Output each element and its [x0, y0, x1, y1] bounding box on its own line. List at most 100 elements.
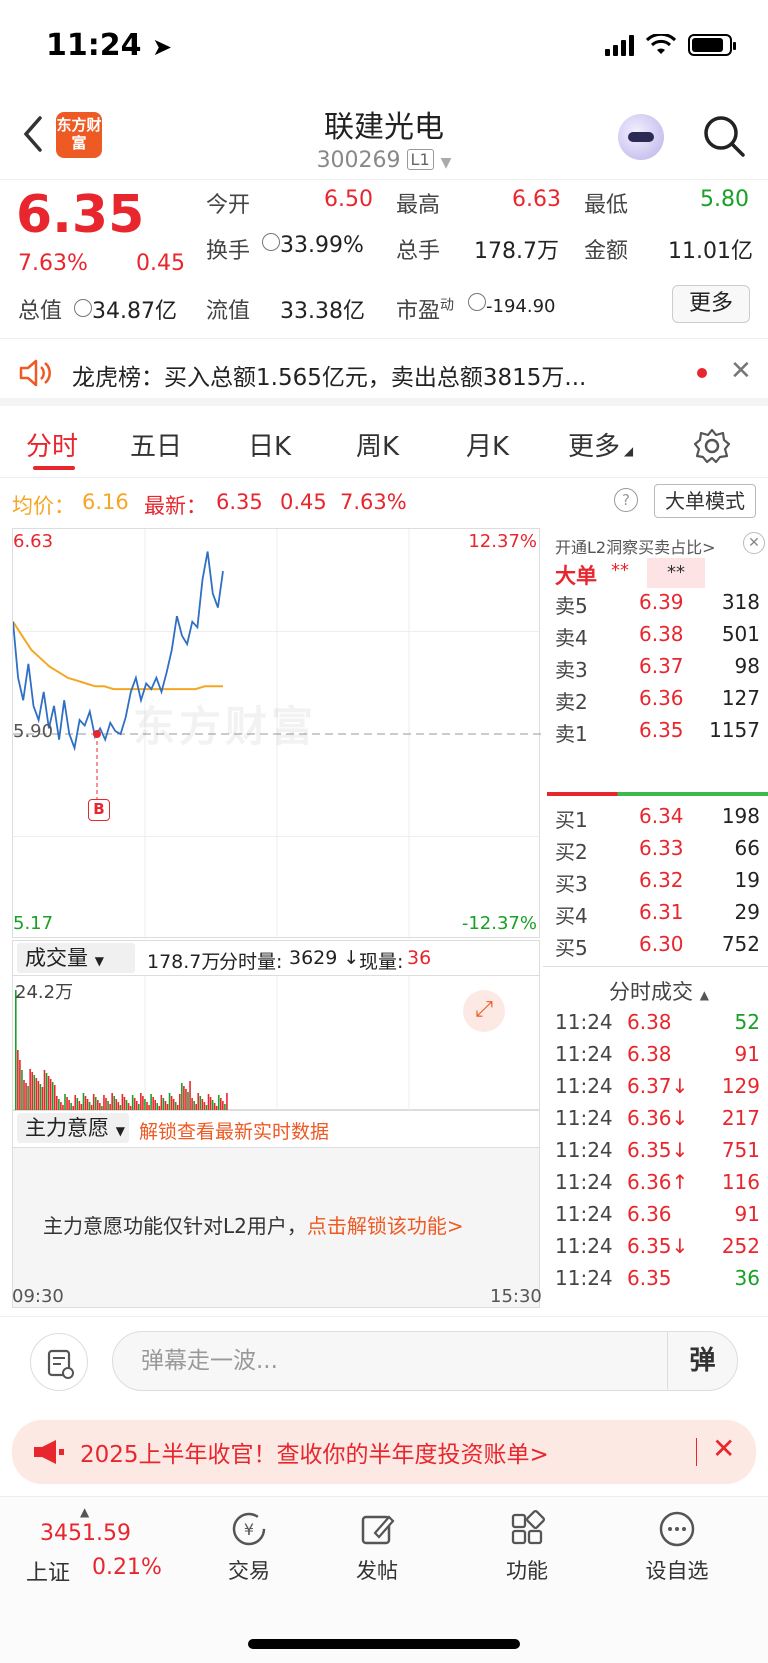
active-tab-indicator [33, 466, 75, 470]
index-name[interactable]: 上证 [26, 1555, 70, 1587]
close-icon[interactable]: ✕ [730, 356, 752, 386]
speaker-icon [19, 359, 51, 387]
volume-bar [181, 1083, 183, 1110]
volume-bar [142, 1096, 144, 1110]
tick-trade-row: 11:24 6.36 91 [555, 1202, 760, 1226]
buy-2-row[interactable]: 买2 6.33 66 [543, 836, 768, 868]
status-bar: 11:24 ➤ [0, 0, 768, 100]
avg-price-label: 均价： [12, 494, 75, 518]
intraday-info-line: 均价： 6.16 最新： 6.35 0.45 7.63% ? 大单模式 [0, 484, 768, 524]
volume-bar [94, 1097, 97, 1110]
help-icon[interactable]: ? [614, 488, 638, 512]
close-icon[interactable]: ✕ [743, 532, 765, 554]
volume-bar [199, 1096, 202, 1110]
buy-3-row[interactable]: 买3 6.32 19 [543, 868, 768, 900]
buy-marker[interactable]: B [88, 799, 110, 821]
tab-daily-k[interactable]: 日K [248, 426, 291, 463]
buy-1-row[interactable]: 买1 6.34 198 [543, 804, 768, 836]
volume-total: 178.7万 [147, 951, 221, 973]
volume-bar [31, 1072, 33, 1110]
tab-intraday[interactable]: 分时 [26, 426, 78, 463]
volume-bar [35, 1078, 38, 1110]
tick-volume-label: 分时量: [219, 951, 283, 973]
turnover-value[interactable]: 33.99% [262, 233, 364, 258]
l2-promo-link[interactable]: 开通L2洞察买卖占比> [543, 528, 768, 558]
volume-bar [49, 1079, 52, 1110]
volume-bar [133, 1098, 136, 1110]
latest-value: 6.35 [216, 490, 263, 514]
danmu-input[interactable]: 弹幕走一波... 弹 [112, 1331, 738, 1391]
market-cap-value[interactable]: 34.87亿 [74, 293, 177, 325]
unlock-feature-link[interactable]: 点击解锁该功能> [307, 1214, 464, 1238]
volume-chart[interactable]: 24.2万 ⤢ [12, 976, 540, 1110]
volume-bar [103, 1095, 105, 1110]
change-percent: 7.63% [18, 251, 88, 276]
sell-2-row[interactable]: 卖2 6.36 127 [543, 686, 768, 718]
volume-bar [135, 1101, 138, 1110]
sell-4-row[interactable]: 卖4 6.38 501 [543, 622, 768, 654]
sell-3-row[interactable]: 卖3 6.37 98 [543, 654, 768, 686]
main-intent-header: 主力意愿 ▼ 解锁查看最新实时数据 [12, 1110, 540, 1148]
volume-bar [68, 1100, 70, 1110]
pe-value[interactable]: -194.90 [468, 293, 555, 317]
promo-text: 2025上半年收官！查收你的半年度投资账单> [80, 1442, 549, 1468]
volume-bar [121, 1094, 124, 1110]
home-indicator [248, 1639, 520, 1649]
indicator-selector[interactable]: 成交量 ▼ [17, 943, 135, 973]
volume-bar [23, 1080, 25, 1110]
main-intent-message: 主力意愿功能仅针对L2用户，点击解锁该功能> [43, 1214, 464, 1238]
expand-icon[interactable]: ⤢ [463, 990, 505, 1032]
high-value: 6.63 [512, 187, 561, 212]
volume-bar [97, 1100, 99, 1110]
buy-4-row[interactable]: 买4 6.31 29 [543, 900, 768, 932]
nav-trade[interactable]: ¥ 交易 [194, 1509, 304, 1585]
tick-trades-title[interactable]: 分时成交 ▲ [609, 976, 709, 1006]
volume-bar [168, 1093, 171, 1110]
pct-axis-top-label: 12.37% [468, 531, 537, 552]
index-percent[interactable]: 0.21% [92, 1555, 162, 1580]
danmu-toggle-button[interactable]: 弹 [667, 1332, 737, 1390]
volume-bar [131, 1095, 134, 1110]
volume-bar [209, 1097, 212, 1110]
latest-label: 最新： [144, 494, 207, 518]
volume-bar [213, 1103, 216, 1110]
index-value[interactable]: 3451.59 [40, 1521, 131, 1546]
buy-5-row[interactable]: 买5 6.30 752 [543, 932, 768, 964]
volume-bar [123, 1097, 126, 1110]
intraday-price-chart[interactable]: 6.63 5.17 12.37% -12.37% 5.90 东方财富 B [12, 528, 541, 939]
volume-bar [84, 1096, 87, 1110]
volume-bar [21, 1070, 23, 1110]
volume-bar [222, 1101, 224, 1110]
big-order-mode-button[interactable]: 大单模式 [654, 484, 756, 518]
unlock-link[interactable]: 解锁查看最新实时数据 [139, 1117, 329, 1144]
amount-value: 11.01亿 [668, 239, 753, 264]
sell-1-row[interactable]: 卖1 6.35 1157 [543, 718, 768, 750]
sell-5-row[interactable]: 卖5 6.39 318 [543, 590, 768, 622]
tick-trade-row: 11:24 6.38 91 [555, 1042, 760, 1066]
tab-five-day[interactable]: 五日 [130, 426, 182, 463]
tab-more[interactable]: 更多 ◢ [568, 426, 633, 463]
settings-gear-icon[interactable] [694, 428, 730, 464]
nav-post[interactable]: 发帖 [322, 1509, 432, 1585]
tab-weekly-k[interactable]: 周K [356, 426, 399, 463]
volume-bar [170, 1096, 173, 1110]
main-intent-selector[interactable]: 主力意愿 ▼ [17, 1113, 129, 1143]
volume-bar [127, 1103, 130, 1110]
volume-bar [19, 1060, 21, 1110]
search-icon[interactable] [702, 114, 746, 158]
tab-monthly-k[interactable]: 月K [466, 426, 509, 463]
assistant-robot-icon[interactable] [618, 114, 664, 160]
notes-icon[interactable] [30, 1333, 88, 1391]
close-icon[interactable]: ✕ [712, 1432, 735, 1465]
collapse-arrow-icon[interactable]: ▲ [80, 1505, 89, 1519]
volume-bar [111, 1093, 113, 1110]
volume-bar [33, 1075, 36, 1110]
nav-add-watchlist[interactable]: 设自选 [622, 1509, 732, 1585]
promo-banner[interactable]: 2025上半年收官！查收你的半年度投资账单> ✕ [12, 1420, 756, 1484]
turnover-label: 换手 [206, 239, 251, 264]
dragon-tiger-banner[interactable]: 龙虎榜：买入总额1.565亿元，卖出总额3815万... ✕ [0, 340, 768, 406]
volume-bar [152, 1097, 154, 1110]
nav-functions[interactable]: 功能 [472, 1509, 582, 1585]
more-quote-button[interactable]: 更多 [672, 285, 750, 323]
volume-bar [43, 1070, 46, 1110]
